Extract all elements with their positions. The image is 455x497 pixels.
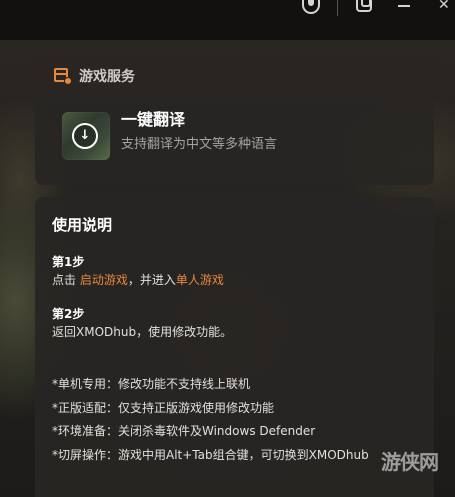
note-item: *切屏操作：游戏中用Alt+Tab组合键，可切换到XMODhub bbox=[52, 447, 369, 462]
step-2: 第2步 返回XMODhub，使用修改功能。 bbox=[52, 305, 232, 341]
step-2-text: 返回XMODhub，使用修改功能。 bbox=[52, 325, 233, 339]
minimize-icon[interactable] bbox=[398, 5, 410, 7]
service-header: 游戏服务 bbox=[53, 66, 135, 86]
step-1: 第1步 点击 启动游戏，并进入单人游戏 bbox=[52, 253, 224, 289]
launch-game-link[interactable]: 启动游戏 bbox=[80, 273, 128, 287]
download-circle-icon: ↓ bbox=[72, 123, 98, 149]
titlebar-divider bbox=[337, 0, 338, 16]
single-player-link[interactable]: 单人游戏 bbox=[176, 273, 224, 287]
translate-thumbnail: ↓ bbox=[62, 112, 110, 160]
title-bar: ✕ bbox=[0, 0, 455, 40]
settings-icon[interactable] bbox=[356, 0, 372, 12]
service-title: 游戏服务 bbox=[79, 69, 135, 85]
step-1-text: 点击 启动游戏，并进入单人游戏 bbox=[52, 271, 224, 289]
note-item: *环境准备：关闭杀毒软件及Windows Defender bbox=[52, 424, 316, 438]
step-2-label: 第2步 bbox=[52, 307, 85, 321]
app-logo-icon[interactable] bbox=[302, 0, 320, 14]
one-click-translate-item[interactable]: ↓ 一键翻译 支持翻译为中文等多种语言 bbox=[62, 110, 422, 162]
step-1-label: 第1步 bbox=[52, 255, 85, 269]
step-1-middle: ，并进入 bbox=[127, 273, 176, 287]
translate-title: 一键翻译 bbox=[121, 110, 186, 129]
note-item: *单机专用：修改功能不支持线上联机 bbox=[52, 377, 251, 391]
step-1-prefix: 点击 bbox=[52, 273, 80, 287]
game-box-icon bbox=[53, 66, 73, 86]
note-item: *正版适配：仅支持正版游戏使用修改功能 bbox=[52, 400, 275, 415]
usage-guide-card: 使用说明 第1步 点击 启动游戏，并进入单人游戏 第2步 返回XMODhub，使… bbox=[35, 197, 434, 497]
translate-subtitle: 支持翻译为中文等多种语言 bbox=[121, 137, 278, 152]
guide-title: 使用说明 bbox=[52, 216, 113, 234]
notes-list: *单机专用：修改功能不支持线上联机 *正版适配：仅支持正版游戏使用修改功能 *环… bbox=[52, 373, 369, 467]
game-service-card: 游戏服务 ↓ 一键翻译 支持翻译为中文等多种语言 bbox=[35, 55, 434, 185]
close-icon[interactable]: ✕ bbox=[438, 0, 450, 12]
watermark: 游侠网 bbox=[381, 450, 439, 474]
